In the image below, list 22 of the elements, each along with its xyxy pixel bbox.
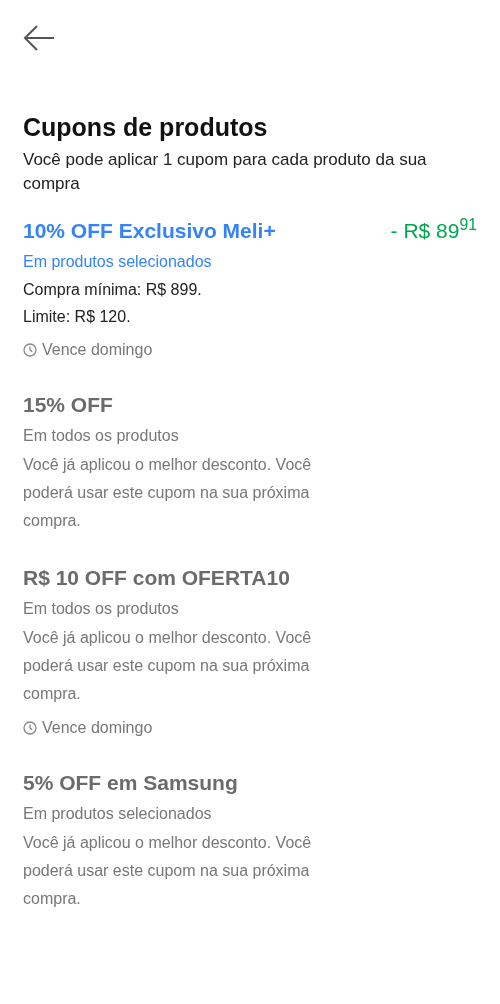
expiry-text: Vence domingo xyxy=(42,718,153,738)
coupon-title: 10% OFF Exclusivo Meli+ xyxy=(23,218,276,244)
coupon-message: Você já aplicou o melhor desconto. Você poderá usar este cupom na sua próxima compra. xyxy=(23,628,313,704)
expiry-text: Vence domingo xyxy=(42,340,153,360)
page-subtitle: Você pode aplicar 1 cupom para cada produto da sua compra xyxy=(23,149,428,195)
coupon-scope: Em produtos selecionados xyxy=(23,252,213,272)
page-title: Cupons de produtos xyxy=(23,112,269,143)
coupon-message: Você já aplicou o melhor desconto. Você poderá usar este cupom na sua próxima compra. xyxy=(23,833,313,909)
coupon-scope: Em produtos selecionados xyxy=(23,804,213,824)
coupon-title: 5% OFF em Samsung xyxy=(23,770,238,796)
coupon-title: 15% OFF xyxy=(23,392,113,418)
clock-icon xyxy=(23,343,37,357)
clock-icon xyxy=(23,721,37,735)
coupon-condition: Compra mínima: R$ 899. xyxy=(23,280,203,300)
discount-amount: - R$ 89$^{91}$ xyxy=(390,215,477,244)
coupon-title: R$ 10 OFF com OFERTA10 xyxy=(23,565,290,591)
back-button[interactable] xyxy=(23,24,55,52)
back-arrow-icon xyxy=(23,24,55,52)
coupon-scope: Em todos os produtos xyxy=(23,426,180,446)
coupon-condition: Limite: R$ 120. xyxy=(23,307,132,327)
coupon-message: Você já aplicou o melhor desconto. Você poderá usar este cupom na sua próxima compra. xyxy=(23,455,313,531)
coupon-scope: Em todos os produtos xyxy=(23,599,180,619)
